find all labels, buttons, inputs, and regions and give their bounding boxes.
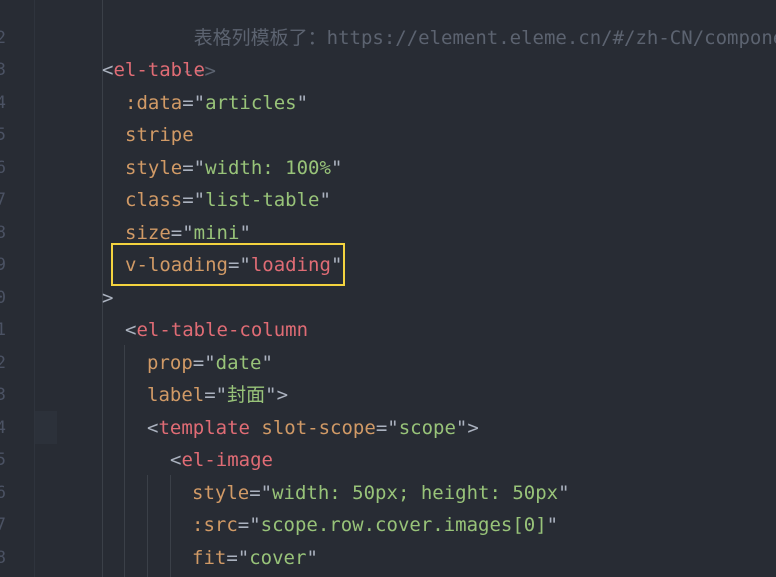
attribute-name: :data	[125, 92, 183, 114]
attribute-value: mini	[193, 222, 240, 244]
tag-open-bracket: <	[147, 417, 159, 439]
quote: "	[193, 157, 206, 179]
code-line-active: <template slot-scope="scope">	[147, 412, 479, 445]
code-line: <el-table-column	[125, 314, 308, 347]
equals-sign: =	[375, 417, 388, 439]
equals-sign: =	[192, 352, 205, 374]
code-line: style="width: 100%"	[125, 152, 342, 185]
code-line: prop="date"	[147, 347, 273, 380]
code-line: <el-table	[102, 54, 205, 87]
code-area[interactable]: 表格列模板了：https://element.eleme.cn/#/zh-CN/…	[0, 0, 776, 577]
quote: "	[296, 92, 309, 114]
attribute-name: style	[192, 482, 250, 504]
attribute-name: stripe	[125, 124, 194, 146]
quote: "	[239, 222, 251, 244]
code-line: style="width: 50px; height: 50px"	[192, 477, 570, 510]
quote: "	[193, 92, 206, 114]
quote: "	[260, 482, 273, 504]
equals-sign: =	[170, 222, 183, 244]
equals-sign: =	[226, 547, 238, 569]
code-line: 表格列模板了：https://element.eleme.cn/#/zh-CN/…	[125, 0, 776, 49]
equals-sign: =	[182, 157, 194, 179]
quote: "	[261, 352, 273, 374]
quote: "	[193, 189, 206, 211]
quote: "	[306, 547, 318, 569]
equals-sign: =	[237, 514, 250, 536]
attribute-value: list-table	[205, 189, 320, 211]
attribute-name: label	[147, 384, 205, 406]
attribute-name: fit	[192, 547, 227, 569]
tag-close-bracket: >	[276, 384, 289, 406]
quote: "	[204, 352, 216, 374]
highlight-annotation-box	[111, 243, 345, 286]
quote: "	[546, 514, 559, 536]
tag-name: el-table-column	[136, 319, 309, 341]
attribute-value: date	[215, 352, 262, 374]
code-line: stripe	[125, 119, 194, 152]
attribute-name: prop	[147, 352, 193, 374]
attribute-name: slot-scope	[261, 417, 376, 439]
tag-name: template	[158, 417, 250, 439]
code-editor[interactable]: 2 3 4 5 6 7 8 9 0 1 2 3 4 5 6 7 8 表格列模板了…	[0, 0, 776, 577]
attribute-name: size	[125, 222, 171, 244]
code-line: <el-image	[170, 444, 273, 477]
quote: "	[558, 482, 570, 504]
tag-name: el-table	[113, 59, 205, 81]
quote: "	[319, 189, 331, 211]
equals-sign: =	[204, 384, 216, 406]
attribute-value: width: 100%	[205, 157, 331, 179]
quote: "	[215, 384, 228, 406]
attribute-value: cover	[249, 547, 307, 569]
equals-sign: =	[249, 482, 261, 504]
quote: "	[249, 514, 261, 536]
attribute-name: :src	[192, 514, 238, 536]
code-line: label="封面">	[147, 379, 288, 412]
code-line: -->	[113, 22, 216, 82]
code-line: fit="cover"	[192, 542, 318, 575]
tag-close-bracket: >	[102, 287, 114, 309]
tag-name: el-image	[181, 449, 273, 471]
equals-sign: =	[182, 92, 194, 114]
attribute-value: scope	[398, 417, 456, 439]
comment-text: 表格列模板了：https://element.eleme.cn/#/zh-CN/…	[193, 26, 776, 49]
code-line: :data="articles"	[125, 87, 308, 120]
code-line: >	[102, 282, 113, 315]
tag-close-bracket: >	[467, 417, 479, 439]
attribute-value: scope.row.cover.images[0]	[260, 514, 547, 536]
code-line: class="list-table"	[125, 184, 331, 217]
attribute-name: class	[125, 189, 183, 211]
quote: "	[330, 157, 343, 179]
quote: "	[265, 384, 277, 406]
attribute-name: style	[125, 157, 183, 179]
quote: "	[455, 417, 468, 439]
quote: "	[387, 417, 399, 439]
attribute-value: width: 50px; height: 50px	[272, 482, 559, 504]
quote: "	[182, 222, 194, 244]
tag-open-bracket: <	[170, 449, 182, 471]
quote: "	[237, 547, 250, 569]
equals-sign: =	[182, 189, 194, 211]
code-line: :src="scope.row.cover.images[0]"	[192, 509, 558, 542]
attribute-value: 封面	[227, 384, 266, 406]
tag-open-bracket: <	[125, 319, 137, 341]
tag-open-bracket: <	[102, 59, 114, 81]
attribute-value: articles	[205, 92, 297, 114]
